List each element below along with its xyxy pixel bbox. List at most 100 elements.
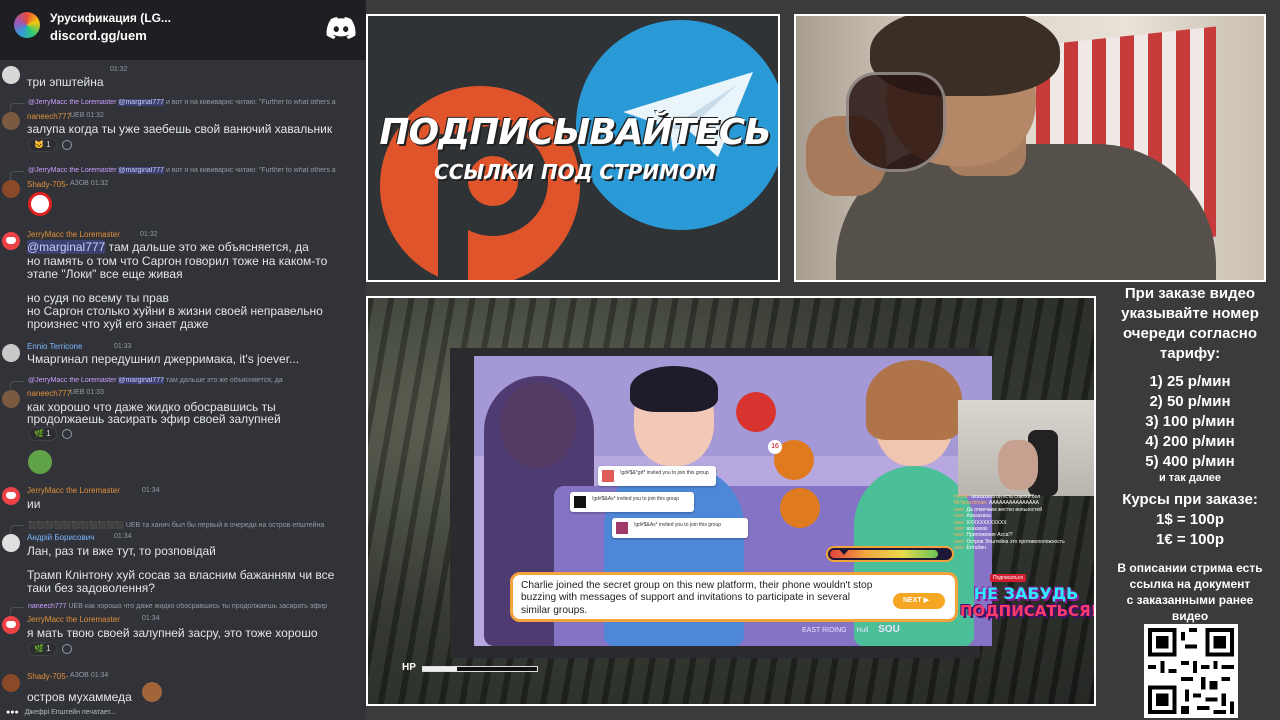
server-invite-link[interactable]: discord.gg/uem [50,28,147,43]
dialog-text: Charlie joined the secret group on this … [521,580,873,616]
username[interactable]: Shady-705- [27,672,68,681]
order-info-panel: При заказе видео указывайте номер очеред… [1100,284,1280,720]
story-dialog: Charlie joined the secret group on this … [510,572,958,622]
message-time: 01:32 [140,231,158,238]
message-text: таки без задоволення? [27,581,155,595]
add-user-icon [736,392,776,432]
tariff-item: 4) 200 р/мин [1145,433,1235,450]
qr-code [1144,624,1238,718]
avatar [2,112,20,130]
username[interactable]: naneech777 [27,389,71,398]
user-badge: UEB [70,389,85,396]
username[interactable]: naneech777 [27,112,71,121]
tariff-item: 3) 100 р/мин [1145,413,1235,430]
avatar [2,232,20,250]
subscribe-sticker: Подписаться НЕ ЗАБУДЬ ПОДПИСАТЬСЯ! [960,574,1096,620]
reply-preview: @JerryMacc the Loremaster @marginal777 и… [28,167,336,174]
chat-message: Shady-705- АЗОВ 01:34 остров мухаммеда [0,670,366,706]
chat-message: JerryMacc the Loremaster 01:34 ии [0,484,366,514]
message-time: 01:34 [90,672,109,679]
message-time: 01:32 [90,180,109,187]
discord-logo-icon [326,17,356,39]
meter-pointer-icon [838,548,850,555]
username[interactable]: Андрій Борисович [27,533,94,542]
message-text: но судя по всему ты прав [27,291,169,305]
username[interactable]: JerryMacc the Loremaster [27,615,120,624]
avatar [2,344,20,362]
sponsor-logos: EAST RIDING Hull SOU [802,624,982,644]
add-reaction-icon[interactable] [62,429,72,439]
subscribe-banner: ПОДПИСЫВАЙТЕСЬ ССЫЛКИ ПОД СТРИМОМ [366,14,780,282]
chat-message: ⬛⬛⬛⬛⬛⬛⬛⬛⬛⬛⬛ UEB та ханич был бы первый в… [0,520,366,600]
reply-preview: @JerryMacc the Loremaster @marginal777 т… [28,377,283,384]
message-text: я мать твою своей залупней засру, это то… [27,626,318,640]
add-reaction-icon[interactable] [62,140,72,150]
avatar [2,674,20,692]
tariff-item: 2) 50 р/мин [1149,393,1231,410]
message-time: 01:32 [110,66,128,73]
server-icon [14,12,40,38]
tariff-item: 1) 25 р/мин [1149,373,1231,390]
message-text: но память о том что Саргон говорил тоже … [27,254,328,268]
chat-message: Ennio Terricone 01:33 Чмаргинал передушн… [0,340,366,370]
typing-indicator: ●●● Джефрі Епштейн печатает... [6,709,116,716]
stream-layout: Урусификация (LG... discord.gg/uem 01:32… [0,0,1280,720]
group-invite-notification: !gd#$&*gd* invited you to join this grou… [598,466,716,486]
overlay-webcam [958,400,1094,496]
chat-message: JerryMacc the Loremaster 01:32 @marginal… [0,228,366,334]
hp-label: HP [402,662,416,673]
streamer-webcam [794,14,1266,282]
message-time: 01:34 [142,615,160,622]
chat-message: @JerryMacc the Loremaster @marginal777 т… [0,376,366,442]
reaction[interactable]: 🐱 1 [28,138,57,152]
chat-message: @JerryMacc the Loremaster @marginal777 и… [0,166,366,220]
chat-message: @JerryMacc the Loremaster @marginal777 и… [0,98,366,154]
next-button[interactable]: NEXT ▶ [893,593,945,609]
banner-subtitle: ССЫЛКИ ПОД СТРИМОМ [434,160,716,184]
wine-glass [846,72,946,172]
avatar [2,180,20,198]
message-text: но Саргон столько хуйни в жизни своей не… [27,304,323,318]
discord-server-header: Урусификация (LG... discord.gg/uem [0,0,366,60]
avatar [2,616,20,634]
message-text: три эпштейна [27,75,104,89]
hull-logo: Hull [856,627,869,634]
chat-message: naneech777 UEB как хорошо что даже жидко… [0,602,366,664]
group-icon [780,488,820,528]
message-time: 01:32 [86,112,104,119]
sou-logo: SOU [878,624,900,635]
message-text: продолжаешь засирать эфир своей залупней [27,412,281,426]
game-capture: !gd#$&*gd* invited you to join this grou… [366,296,1096,706]
username[interactable]: Shady-705- [27,180,68,189]
avatar [2,390,20,408]
message-text: этапе "Локи" все еще живая [27,267,183,281]
notification-count-badge: 16 [768,440,782,454]
east-riding-logo: EAST RIDING [802,627,847,634]
chat-message: 01:32 три эпштейна [0,62,366,92]
avatar [2,487,20,505]
exchange-rates: Курсы при заказе: 1$ = 100р 1€ = 100р [1122,491,1258,548]
message-text: Чмаргинал передушнил джерримака, it's jo… [27,352,300,366]
reaction[interactable]: 🌿 1 [28,642,57,656]
message-text: Лан, раз ти вже тут, то розповідай [27,544,216,558]
reply-preview: naneech777 UEB как хорошо что даже жидко… [28,603,327,610]
username[interactable]: Ennio Terricone [27,342,82,351]
order-heading: При заказе видео указывайте номер очеред… [1121,285,1259,362]
message-text: произнес что хуй его знает даже [27,317,209,331]
message-text: там дальше это же объясняется, да [108,240,309,254]
message-time: 01:34 [114,533,132,540]
user-badge: АЗОВ [70,672,89,679]
user-badge: UEB [70,112,85,119]
user-mention: @marginal777 [27,240,106,254]
message-time: 01:33 [114,343,132,350]
add-reaction-icon[interactable] [62,644,72,654]
server-name: Урусификация (LG... [50,11,171,25]
description-note: В описании стрима есть ссылка на докумен… [1117,561,1263,623]
message-time: 01:33 [86,389,104,396]
username[interactable]: JerryMacc the Loremaster [27,230,120,239]
group-invite-notification: !gd#$&As* invited you to join this group [612,518,748,538]
username[interactable]: JerryMacc the Loremaster [27,486,120,495]
reaction[interactable]: 🌿 1 [28,427,57,441]
avatar [2,534,20,552]
hp-bar [422,666,538,672]
